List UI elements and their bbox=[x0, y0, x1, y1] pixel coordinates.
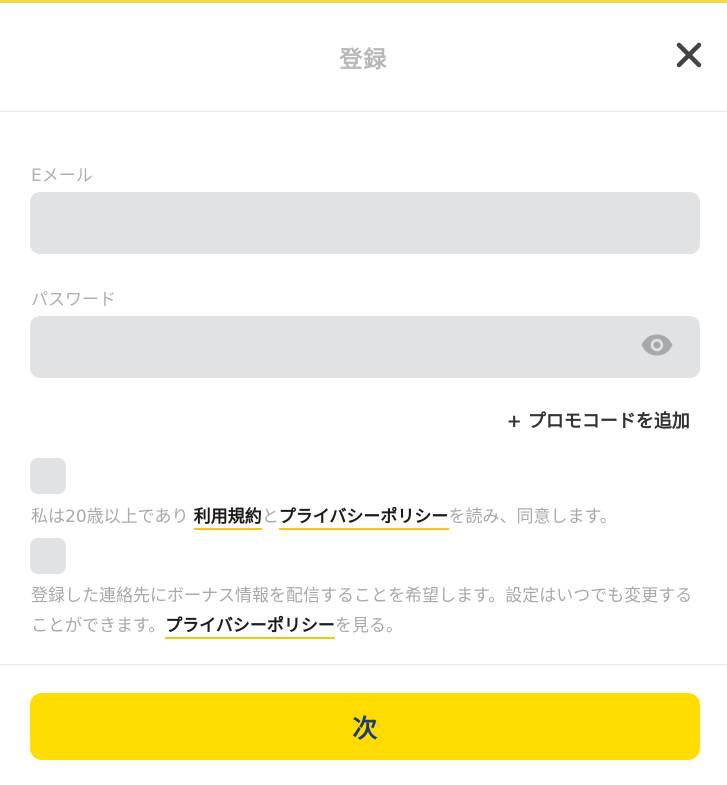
password-field[interactable] bbox=[30, 316, 700, 378]
add-promo-code-link[interactable]: + プロモコードを追加 bbox=[507, 407, 690, 433]
close-button[interactable] bbox=[673, 39, 705, 71]
age-consent-prefix: 私は20歳以上であり bbox=[31, 507, 194, 527]
age-consent-text: 私は20歳以上であり 利用規約とプライバシーポリシーを読み、同意します。 bbox=[31, 502, 701, 532]
age-consent-suffix: を読み、同意します。 bbox=[448, 507, 617, 527]
page-title: 登録 bbox=[339, 47, 388, 73]
marketing-consent-suffix: を見る。 bbox=[334, 616, 403, 636]
marketing-privacy-policy-link[interactable]: プライバシーポリシー bbox=[165, 616, 335, 639]
eye-icon[interactable] bbox=[640, 333, 674, 357]
age-consent-and: と bbox=[261, 507, 279, 527]
privacy-policy-link[interactable]: プライバシーポリシー bbox=[278, 507, 449, 530]
marketing-consent-checkbox[interactable] bbox=[30, 538, 66, 574]
show-password-button[interactable] bbox=[640, 333, 674, 357]
password-label: パスワード bbox=[31, 290, 116, 310]
email-label: Eメール bbox=[31, 166, 93, 186]
footer-divider bbox=[0, 664, 727, 665]
next-button[interactable]: 次 bbox=[30, 693, 700, 760]
age-consent-checkbox[interactable] bbox=[30, 458, 66, 494]
marketing-consent-text: 登録した連絡先にボーナス情報を配信することを希望します。設定はいつでも変更するこ… bbox=[31, 581, 701, 641]
modal-header: 登録 bbox=[0, 3, 727, 112]
terms-link[interactable]: 利用規約 bbox=[193, 507, 262, 530]
registration-modal: 登録 Eメール パスワード + プロモコードを追加 私は20歳以上であり 利用規… bbox=[0, 0, 727, 785]
close-icon[interactable] bbox=[673, 39, 705, 71]
email-field[interactable] bbox=[30, 192, 700, 254]
